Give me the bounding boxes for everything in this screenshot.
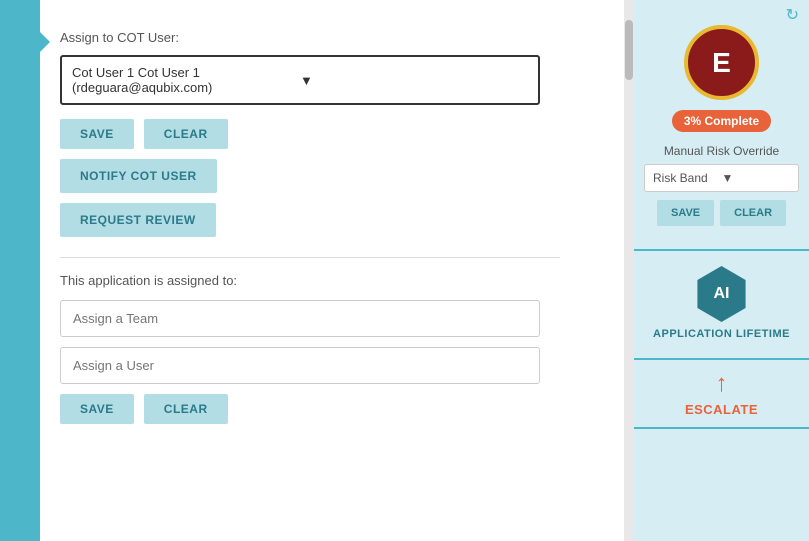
- app-lifetime-label: APPLICATION LIFETIME: [653, 328, 790, 340]
- cot-dropdown-arrow-icon: ▼: [300, 73, 528, 88]
- assign-team-input[interactable]: [60, 300, 540, 337]
- risk-band-value: Risk Band: [653, 171, 722, 185]
- notify-cot-user-button[interactable]: NOTIFY COT USER: [60, 159, 217, 193]
- risk-dropdown-arrow-icon: ▼: [722, 171, 791, 185]
- cot-user-dropdown[interactable]: Cot User 1 Cot User 1 (rdeguara@aqubix.c…: [60, 55, 540, 105]
- assign-clear-button[interactable]: CLEAR: [144, 394, 228, 424]
- escalate-arrow-icon: ↑: [716, 370, 728, 398]
- ai-text: AI: [714, 285, 730, 303]
- left-bar-triangle: [38, 30, 50, 54]
- escalate-label: ESCALATE: [685, 402, 758, 417]
- escalate-section[interactable]: ↑ ESCALATE: [634, 360, 809, 427]
- risk-save-button[interactable]: SAVE: [657, 200, 714, 226]
- scrollbar-thumb[interactable]: [625, 20, 633, 80]
- cot-dropdown-value: Cot User 1 Cot User 1 (rdeguara@aqubix.c…: [72, 65, 300, 95]
- scrollbar-area: [624, 0, 634, 541]
- assign-user-input[interactable]: [60, 347, 540, 384]
- app-lifetime-section: AI APPLICATION LIFETIME: [634, 256, 809, 358]
- risk-clear-button[interactable]: CLEAR: [720, 200, 786, 226]
- assign-save-button[interactable]: SAVE: [60, 394, 134, 424]
- right-panel: ↻ E 3% Complete Manual Risk Override Ris…: [634, 0, 809, 541]
- refresh-icon[interactable]: ↻: [786, 5, 799, 25]
- right-divider-1: [634, 249, 809, 251]
- risk-override-section: Manual Risk Override Risk Band ▼ SAVE CL…: [634, 144, 809, 236]
- cot-action-row: SAVE CLEAR: [60, 119, 594, 149]
- risk-band-dropdown[interactable]: Risk Band ▼: [644, 164, 799, 192]
- cot-save-button[interactable]: SAVE: [60, 119, 134, 149]
- risk-action-row: SAVE CLEAR: [644, 200, 799, 226]
- avatar: E: [684, 25, 759, 100]
- right-divider-3: [634, 427, 809, 429]
- request-review-button[interactable]: REQUEST REVIEW: [60, 203, 216, 237]
- cot-clear-button[interactable]: CLEAR: [144, 119, 228, 149]
- assign-cot-label: Assign to COT User:: [60, 30, 594, 45]
- main-content-panel: Assign to COT User: Cot User 1 Cot User …: [40, 0, 624, 541]
- ai-hexagon-icon: AI: [694, 266, 750, 322]
- assign-action-row: SAVE CLEAR: [60, 394, 594, 424]
- assigned-to-label: This application is assigned to:: [60, 273, 594, 288]
- progress-badge: 3% Complete: [672, 110, 771, 132]
- risk-override-label: Manual Risk Override: [644, 144, 799, 158]
- left-accent-bar: [0, 0, 40, 541]
- section-divider: [60, 257, 560, 258]
